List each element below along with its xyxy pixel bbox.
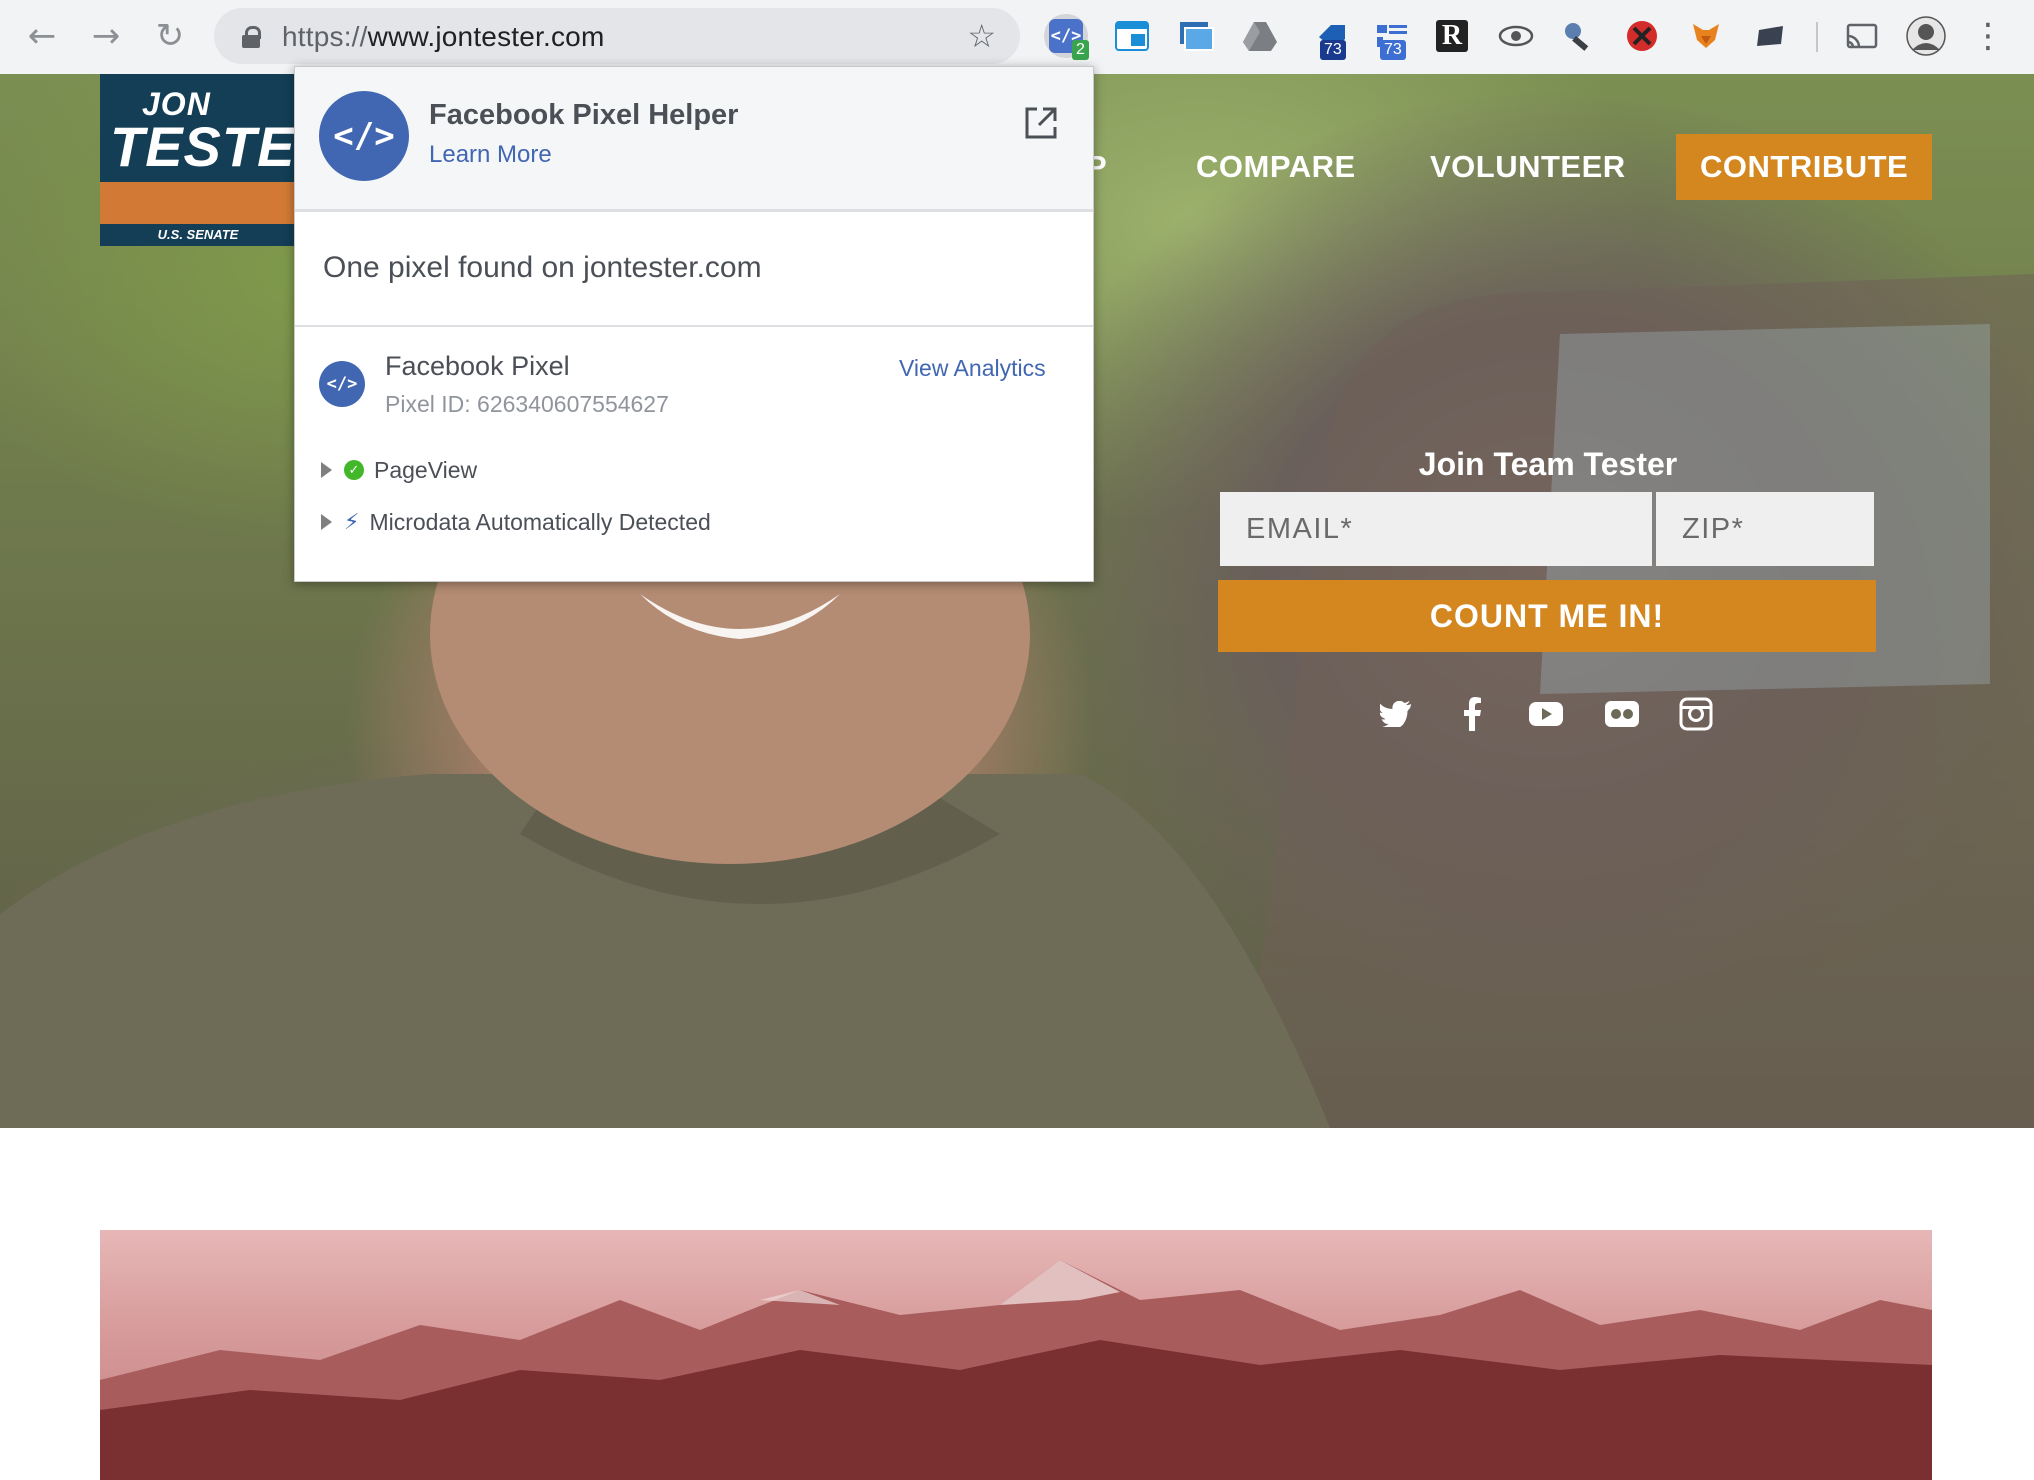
extension-badge: 73: [1320, 40, 1346, 60]
key-extension-icon[interactable]: [1556, 14, 1600, 58]
open-external-icon[interactable]: [1021, 103, 1061, 143]
browser-menu-button[interactable]: ⋮: [1966, 14, 2010, 58]
lock-icon: [242, 26, 261, 48]
pixel-summary-text: One pixel found on jontester.com: [323, 251, 762, 284]
logo-landscape: [100, 182, 296, 224]
more-vert-icon: ⋮: [1971, 16, 2005, 56]
extension-badge: 73: [1380, 40, 1406, 60]
nav-item-volunteer[interactable]: VOLUNTEER: [1430, 134, 1626, 200]
event-row-microdata[interactable]: ⚡ Microdata Automatically Detected: [321, 507, 711, 537]
eye-extension-icon[interactable]: [1494, 14, 1538, 58]
cast-icon[interactable]: [1840, 14, 1884, 58]
url-text: https://www.jontester.com: [282, 21, 605, 52]
extension-badge: 2: [1072, 40, 1089, 60]
r-extension-icon[interactable]: R: [1430, 14, 1474, 58]
forward-button[interactable]: →: [84, 14, 128, 58]
tag-extension-icon[interactable]: 73: [1310, 14, 1354, 60]
reload-button[interactable]: ↻: [148, 14, 192, 58]
facebook-icon[interactable]: [1452, 694, 1492, 734]
event-label: Microdata Automatically Detected: [369, 508, 711, 535]
pixel-helper-popup: </> Facebook Pixel Helper Learn More One…: [294, 66, 1094, 582]
back-button[interactable]: ←: [20, 14, 64, 58]
contribute-button[interactable]: CONTRIBUTE: [1676, 134, 1933, 200]
back-arrow-icon: ←: [27, 16, 57, 56]
toolbar-separator: [1816, 22, 1818, 52]
address-bar[interactable]: https://www.jontester.com ☆: [214, 8, 1020, 64]
facebook-pixel-helper-icon[interactable]: </> 2: [1044, 14, 1089, 60]
event-row-pageview[interactable]: ✓ PageView: [321, 455, 477, 485]
site-logo[interactable]: JON TESTER U.S. SENATE: [100, 74, 296, 246]
email-field[interactable]: EMAIL*: [1220, 492, 1652, 566]
nav-item-compare[interactable]: COMPARE: [1196, 134, 1356, 200]
mountain-banner: [100, 1230, 1932, 1480]
twitter-icon[interactable]: [1376, 694, 1416, 734]
lightning-bolt-icon: ⚡: [344, 509, 360, 535]
red-block-icon[interactable]: [1620, 14, 1664, 58]
forward-arrow-icon: →: [91, 16, 121, 56]
profile-avatar[interactable]: [1904, 14, 1948, 58]
popup-title: Facebook Pixel Helper: [429, 99, 739, 131]
pixel-icon: </>: [319, 361, 365, 407]
zip-field[interactable]: ZIP*: [1656, 492, 1874, 566]
youtube-icon[interactable]: [1526, 694, 1566, 734]
screenshot-extension-icon[interactable]: [1174, 14, 1218, 58]
browser-toolbar: ← → ↻ https://www.jontester.com ☆ </> 2 …: [0, 0, 2034, 75]
signup-title: Join Team Tester: [1418, 446, 1678, 482]
learn-more-link[interactable]: Learn More: [429, 141, 552, 169]
dark-extension-icon[interactable]: [1748, 14, 1792, 58]
popup-header: </> Facebook Pixel Helper Learn More: [295, 67, 1093, 212]
window-extension-icon[interactable]: [1110, 14, 1154, 58]
google-drive-icon[interactable]: [1238, 14, 1282, 58]
pixel-helper-logo-icon: </>: [319, 91, 409, 181]
mountain-image: [100, 1260, 1932, 1480]
instagram-icon[interactable]: [1676, 694, 1716, 734]
tag-manager-extension-icon[interactable]: 73: [1370, 14, 1414, 60]
fox-extension-icon[interactable]: [1684, 14, 1728, 58]
expand-triangle-icon: [321, 462, 332, 478]
pixel-name: Facebook Pixel: [385, 351, 570, 381]
popup-divider: [295, 325, 1093, 327]
reload-icon: ↻: [155, 16, 185, 56]
flickr-icon[interactable]: [1602, 694, 1642, 734]
bookmark-star-icon[interactable]: ☆: [967, 17, 996, 55]
check-circle-icon: ✓: [344, 460, 364, 480]
pixel-id: Pixel ID: 626340607554627: [385, 391, 669, 417]
count-me-in-button[interactable]: COUNT ME IN!: [1218, 580, 1876, 652]
view-analytics-link[interactable]: View Analytics: [899, 355, 1046, 382]
expand-triangle-icon: [321, 514, 332, 530]
event-label: PageView: [374, 456, 478, 483]
